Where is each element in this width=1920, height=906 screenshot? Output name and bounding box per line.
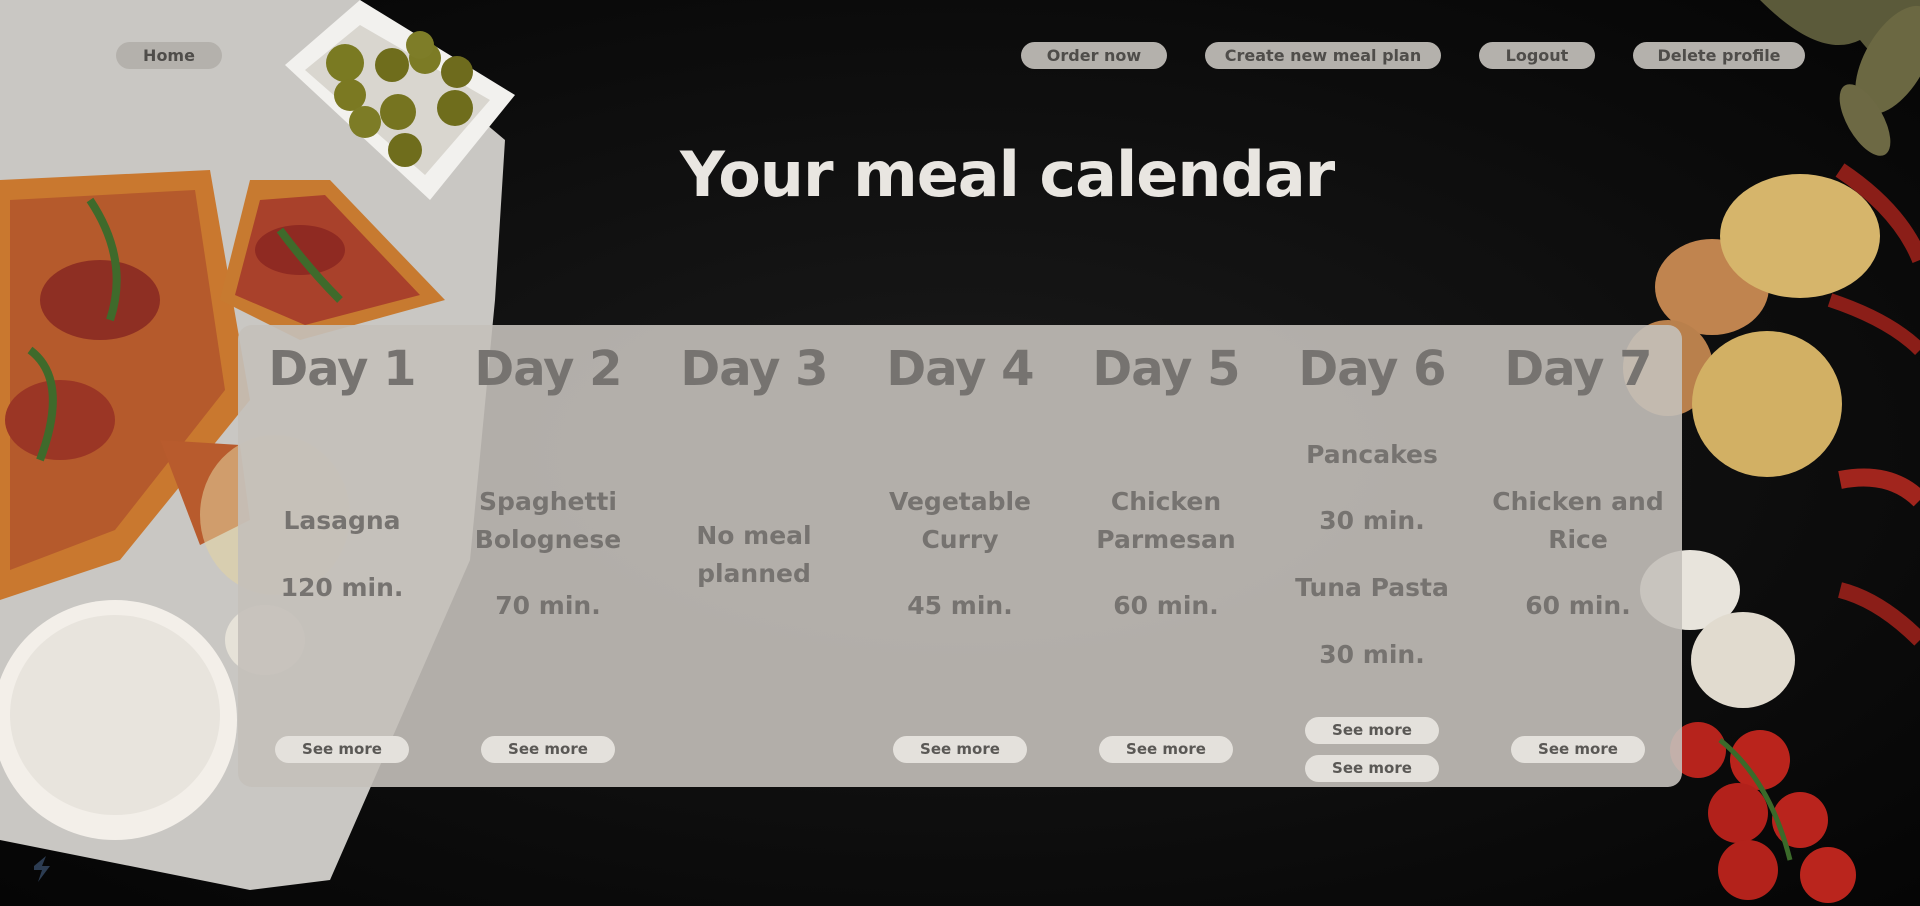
day-heading: Day 7 [1504, 341, 1652, 397]
delete-profile-button[interactable]: Delete profile [1633, 42, 1805, 69]
see-more-button[interactable]: See more [1305, 755, 1439, 782]
create-meal-plan-button[interactable]: Create new meal plan [1205, 42, 1441, 69]
page-title: Your meal calendar [680, 138, 1335, 211]
day-column-3: Day 3 No meal planned [651, 325, 857, 787]
meal-name: Spaghetti Bolognese [474, 487, 622, 554]
day-heading: Day 2 [474, 341, 622, 397]
day-column-4: Day 4 Vegetable Curry 45 min. See more [857, 325, 1063, 787]
meal-time: 30 min. [1319, 506, 1425, 535]
day-column-2: Day 2 Spaghetti Bolognese 70 min. See mo… [445, 325, 651, 787]
day-column-6: Day 6 Pancakes 30 min. Tuna Pasta 30 min… [1269, 325, 1475, 787]
meal-time: 30 min. [1319, 640, 1425, 669]
day-heading: Day 3 [680, 341, 828, 397]
see-more-button[interactable]: See more [481, 736, 615, 763]
day-column-5: Day 5 Chicken Parmesan 60 min. See more [1063, 325, 1269, 787]
day-column-1: Day 1 Lasagna 120 min. See more [239, 325, 445, 787]
see-more-button[interactable]: See more [1305, 717, 1439, 744]
day-column-7: Day 7 Chicken and Rice 60 min. See more [1475, 325, 1681, 787]
meal-name: Chicken and Rice [1492, 487, 1664, 554]
meal-calendar-page: Home Order now Create new meal plan Logo… [0, 0, 1920, 906]
home-button[interactable]: Home [116, 42, 222, 69]
day-heading: Day 6 [1298, 341, 1446, 397]
logout-button[interactable]: Logout [1479, 42, 1595, 69]
meal-name: Pancakes [1306, 440, 1438, 469]
see-more-button[interactable]: See more [1099, 736, 1233, 763]
meal-name: Chicken Parmesan [1096, 487, 1236, 554]
meal-name: Lasagna [283, 506, 401, 535]
see-more-button[interactable]: See more [275, 736, 409, 763]
day-heading: Day 5 [1092, 341, 1240, 397]
meal-time: 70 min. [495, 591, 601, 620]
meal-name: Tuna Pasta [1295, 573, 1449, 602]
meal-calendar-panel: Day 1 Lasagna 120 min. See more Day 2 Sp… [238, 325, 1682, 787]
meal-time: 60 min. [1525, 591, 1631, 620]
meal-time: 45 min. [907, 591, 1013, 620]
cheese-wheel [0, 600, 237, 840]
see-more-button[interactable]: See more [893, 736, 1027, 763]
meal-name: Vegetable Curry [888, 487, 1032, 554]
meal-time: 120 min. [280, 573, 404, 602]
meal-time: 60 min. [1113, 591, 1219, 620]
day-heading: Day 1 [268, 341, 416, 397]
day-heading: Day 4 [886, 341, 1034, 397]
no-meal-planned-text: No meal planned [696, 521, 812, 588]
app-logo-icon [34, 856, 50, 882]
see-more-button[interactable]: See more [1511, 736, 1645, 763]
order-now-button[interactable]: Order now [1021, 42, 1167, 69]
